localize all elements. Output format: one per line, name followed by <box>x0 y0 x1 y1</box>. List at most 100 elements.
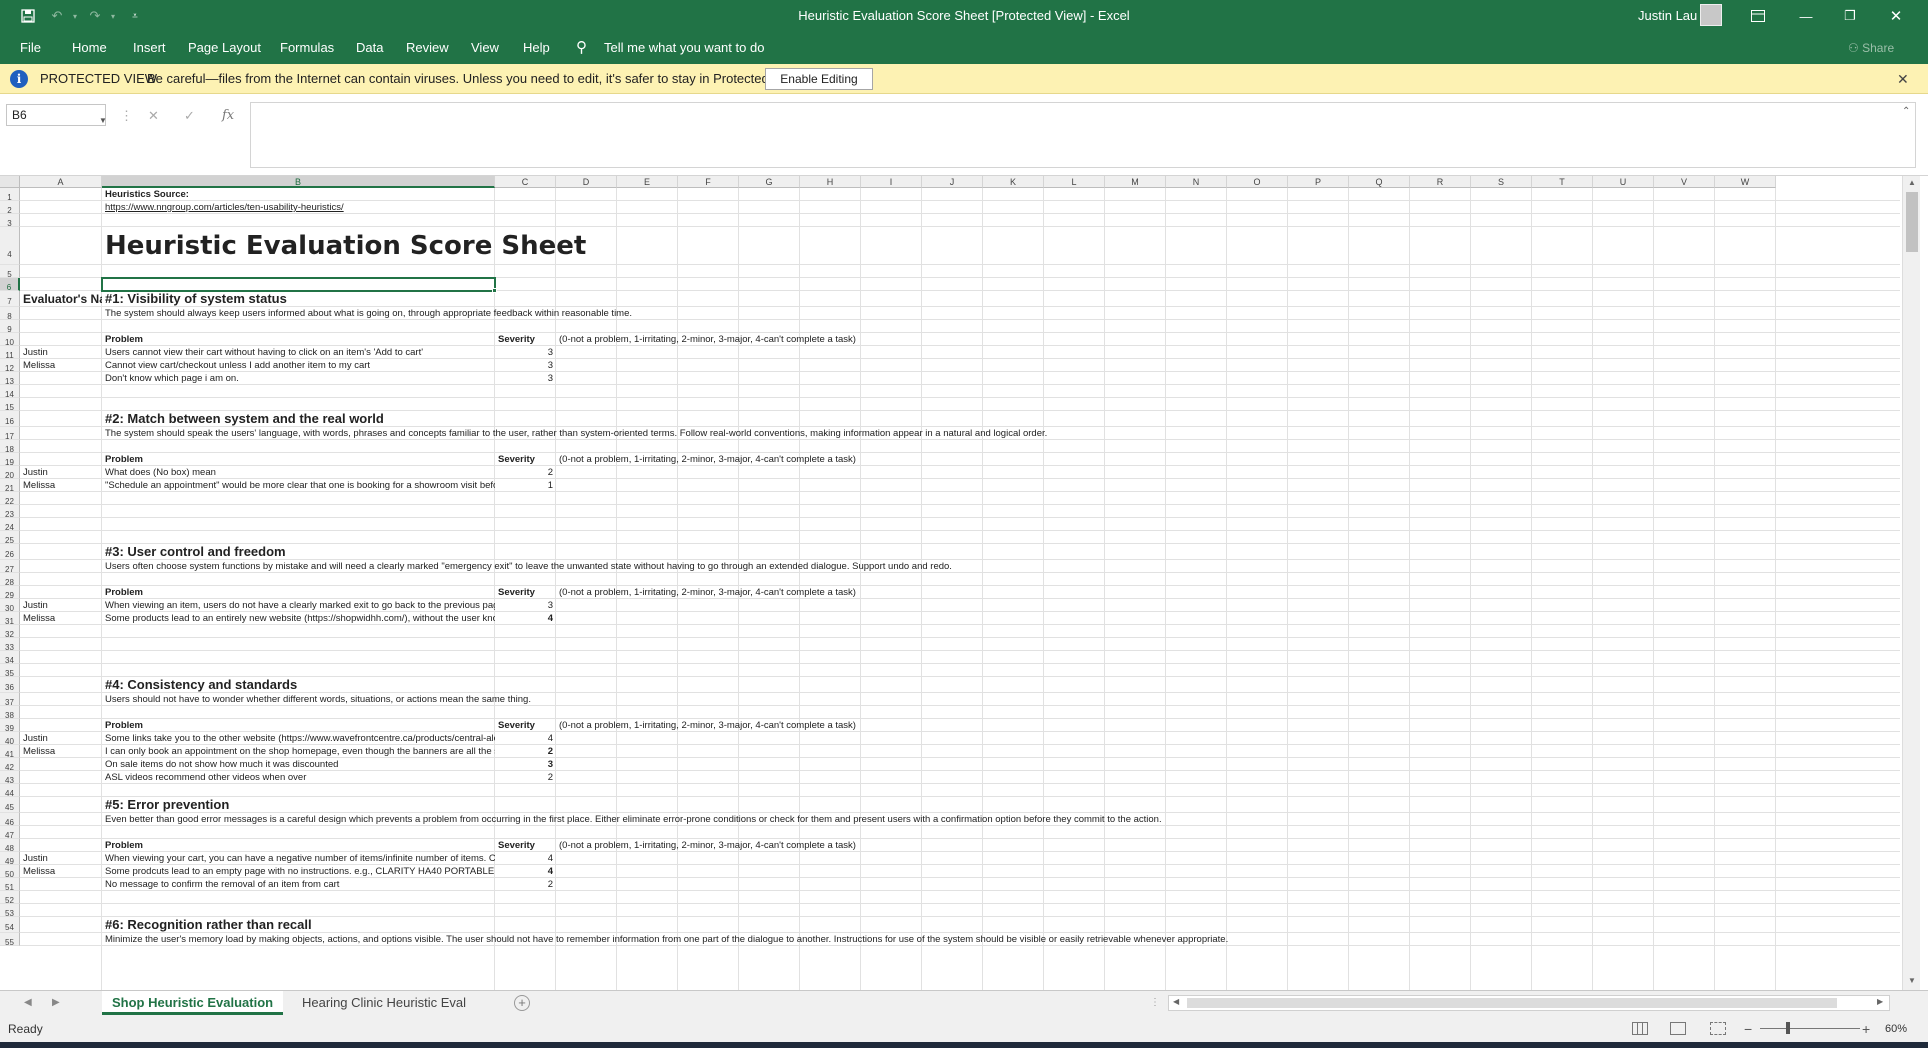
row-header-15[interactable]: 15 <box>0 398 20 412</box>
tab-split-handle[interactable]: ⋮ <box>1150 991 1160 1015</box>
tab-home[interactable]: Home <box>72 32 107 64</box>
problem-header[interactable]: Problem <box>102 586 495 599</box>
heuristics-source-label[interactable]: Heuristics Source: <box>102 188 495 201</box>
row-header-21[interactable]: 21 <box>0 479 20 493</box>
row-header-43[interactable]: 43 <box>0 771 20 785</box>
row-header-41[interactable]: 41 <box>0 745 20 759</box>
row-header-16[interactable]: 16 <box>0 411 20 427</box>
problem-cell[interactable]: Cannot view cart/checkout unless I add a… <box>102 359 495 372</box>
row-header-34[interactable]: 34 <box>0 651 20 665</box>
problem-cell[interactable]: I can only book an appointment on the sh… <box>102 745 495 758</box>
severity-cell[interactable]: 4 <box>495 612 556 625</box>
zoom-slider[interactable] <box>1760 1028 1860 1029</box>
row-header-32[interactable]: 32 <box>0 625 20 639</box>
tab-insert[interactable]: Insert <box>133 32 166 64</box>
sheet-tab-shop[interactable]: Shop Heuristic Evaluation <box>102 991 284 1015</box>
horizontal-scrollbar[interactable]: ◀ ▶ <box>1168 995 1890 1011</box>
row-header-6[interactable]: 6 <box>0 278 20 292</box>
row-header-44[interactable]: 44 <box>0 784 20 798</box>
severity-scale-note[interactable]: (0-not a problem, 1-irritating, 2-minor,… <box>556 333 1056 346</box>
evaluator-cell[interactable]: Melissa <box>20 612 102 625</box>
tab-help[interactable]: Help <box>523 32 550 64</box>
heuristic-4-title[interactable]: #4: Consistency and standards <box>102 677 702 693</box>
severity-header[interactable]: Severity <box>495 333 556 346</box>
heuristic-6-description[interactable]: Minimize the user's memory load by makin… <box>102 933 1502 946</box>
row-header-48[interactable]: 48 <box>0 839 20 853</box>
row-header-13[interactable]: 13 <box>0 372 20 386</box>
severity-cell[interactable]: 4 <box>495 732 556 745</box>
problem-cell[interactable]: "Schedule an appointment" would be more … <box>102 479 495 492</box>
row-header-25[interactable]: 25 <box>0 531 20 545</box>
heuristic-3-description[interactable]: Users often choose system functions by m… <box>102 560 1502 573</box>
evaluator-cell[interactable]: Melissa <box>20 745 102 758</box>
tab-formulas[interactable]: Formulas <box>280 32 334 64</box>
page-break-view-icon[interactable] <box>1710 1022 1726 1035</box>
scroll-right-icon[interactable]: ▶ <box>1877 997 1883 1006</box>
severity-header[interactable]: Severity <box>495 839 556 852</box>
row-header-33[interactable]: 33 <box>0 638 20 652</box>
tab-data[interactable]: Data <box>356 32 383 64</box>
row-header-46[interactable]: 46 <box>0 813 20 827</box>
problem-header[interactable]: Problem <box>102 453 495 466</box>
evaluator-cell[interactable]: Melissa <box>20 359 102 372</box>
severity-cell[interactable]: 3 <box>495 372 556 385</box>
row-header-11[interactable]: 11 <box>0 346 20 360</box>
sheet-title[interactable]: Heuristic Evaluation Score Sheet <box>102 227 802 265</box>
evaluator-name-header[interactable]: Evaluator's Name <box>20 291 102 307</box>
row-header-2[interactable]: 2 <box>0 201 20 215</box>
worksheet-grid[interactable]: ABCDEFGHIJKLMNOPQRSTUVW 1 2 3 4 5 6 7 8 9 10 11 12 1… <box>0 176 1928 990</box>
row-header-7[interactable]: 7 <box>0 291 20 307</box>
row-header-50[interactable]: 50 <box>0 865 20 879</box>
sheet-tab-hearing-clinic[interactable]: Hearing Clinic Heuristic Eval <box>292 991 476 1015</box>
active-cell-selection[interactable] <box>101 277 496 292</box>
page-layout-view-icon[interactable] <box>1670 1022 1686 1035</box>
heuristic-5-description[interactable]: Even better than good error messages is … <box>102 813 1502 826</box>
column-header-p[interactable]: P <box>1288 176 1349 188</box>
row-header-3[interactable]: 3 <box>0 214 20 228</box>
tell-me-box[interactable]: Tell me what you want to do <box>604 32 764 64</box>
user-name[interactable]: Justin Lau <box>1638 0 1697 32</box>
ribbon-display-options-icon[interactable] <box>1746 0 1770 32</box>
row-header-27[interactable]: 27 <box>0 560 20 574</box>
close-icon[interactable]: ✕ <box>1882 0 1910 32</box>
restore-icon[interactable]: ❐ <box>1836 0 1864 32</box>
problem-cell[interactable]: Some links take you to the other website… <box>102 732 495 745</box>
heuristic-6-title[interactable]: #6: Recognition rather than recall <box>102 917 702 933</box>
column-header-o[interactable]: O <box>1227 176 1288 188</box>
severity-header[interactable]: Severity <box>495 453 556 466</box>
column-header-l[interactable]: L <box>1044 176 1105 188</box>
row-header-22[interactable]: 22 <box>0 492 20 506</box>
heuristic-5-title[interactable]: #5: Error prevention <box>102 797 702 813</box>
row-header-8[interactable]: 8 <box>0 307 20 321</box>
enter-icon[interactable]: ✓ <box>184 108 195 124</box>
column-header-n[interactable]: N <box>1166 176 1227 188</box>
column-header-q[interactable]: Q <box>1349 176 1410 188</box>
column-header-d[interactable]: D <box>556 176 617 188</box>
heuristic-2-description[interactable]: The system should speak the users' langu… <box>102 427 1502 440</box>
vertical-scrollbar[interactable]: ▲ ▼ <box>1902 176 1920 990</box>
row-header-19[interactable]: 19 <box>0 453 20 467</box>
chevron-down-icon[interactable]: ▼ <box>99 111 107 131</box>
severity-header[interactable]: Severity <box>495 719 556 732</box>
row-header-26[interactable]: 26 <box>0 544 20 560</box>
severity-scale-note[interactable]: (0-not a problem, 1-irritating, 2-minor,… <box>556 839 1056 852</box>
evaluator-cell[interactable]: Melissa <box>20 865 102 878</box>
severity-cell[interactable]: 2 <box>495 771 556 784</box>
evaluator-cell[interactable]: Justin <box>20 852 102 865</box>
tab-page-layout[interactable]: Page Layout <box>188 32 261 64</box>
row-header-9[interactable]: 9 <box>0 320 20 334</box>
column-header-s[interactable]: S <box>1471 176 1532 188</box>
select-all-corner[interactable] <box>0 176 20 188</box>
share-button[interactable]: ⚇ Share <box>1848 32 1894 64</box>
evaluator-cell[interactable]: Justin <box>20 466 102 479</box>
tab-review[interactable]: Review <box>406 32 449 64</box>
problem-cell[interactable]: Some products lead to an entirely new we… <box>102 612 495 625</box>
column-header-g[interactable]: G <box>739 176 800 188</box>
row-header-10[interactable]: 10 <box>0 333 20 347</box>
formula-input[interactable] <box>250 102 1916 168</box>
scroll-up-icon[interactable]: ▲ <box>1908 178 1916 187</box>
row-header-53[interactable]: 53 <box>0 904 20 918</box>
column-header-h[interactable]: H <box>800 176 861 188</box>
column-header-c[interactable]: C <box>495 176 556 188</box>
insert-function-icon[interactable]: fx <box>222 108 234 123</box>
